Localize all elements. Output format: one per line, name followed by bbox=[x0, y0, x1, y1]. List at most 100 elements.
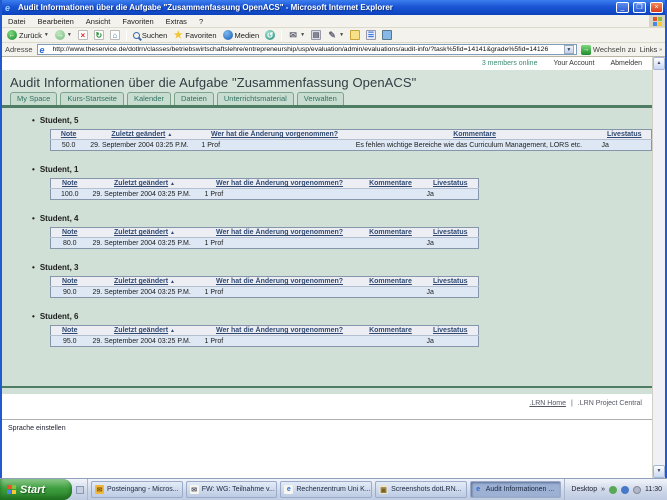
column-header-livestatus[interactable]: Livestatus bbox=[423, 228, 479, 238]
address-label: Adresse bbox=[5, 45, 33, 54]
menu-item[interactable]: Extras bbox=[160, 17, 193, 26]
sort-asc-icon: ▲ bbox=[170, 279, 175, 285]
column-header-livestatus[interactable]: Livestatus bbox=[598, 130, 652, 140]
address-dropdown-icon[interactable]: ▼ bbox=[564, 45, 574, 54]
menu-item[interactable]: Bearbeiten bbox=[32, 17, 80, 26]
column-header-livestatus[interactable]: Livestatus bbox=[423, 326, 479, 336]
history-button[interactable]: ↺ bbox=[263, 29, 277, 42]
column-header-changed[interactable]: Zuletzt geändert ▲ bbox=[86, 130, 197, 140]
column-header-comments[interactable]: Kommentare bbox=[359, 277, 423, 287]
column-header-note[interactable]: Note bbox=[51, 326, 89, 336]
scroll-down-button[interactable]: ▼ bbox=[653, 465, 665, 478]
minimize-button[interactable]: _ bbox=[616, 2, 629, 13]
bullet-icon: • bbox=[32, 116, 35, 125]
tray-chevron-icon[interactable]: » bbox=[601, 486, 605, 493]
column-header-note[interactable]: Note bbox=[51, 130, 87, 140]
column-header-who[interactable]: Wer hat die Änderung vorgenommen? bbox=[201, 179, 359, 189]
misc-tool-button[interactable] bbox=[380, 29, 394, 42]
start-button[interactable]: Start bbox=[0, 479, 72, 500]
nav-tab[interactable]: Kalender bbox=[127, 92, 171, 105]
forward-button[interactable]: → ▼ bbox=[53, 29, 74, 42]
forward-dropdown-icon[interactable]: ▼ bbox=[67, 32, 72, 38]
column-header-note[interactable]: Note bbox=[51, 179, 89, 189]
stop-button[interactable]: × bbox=[76, 29, 90, 42]
search-icon bbox=[133, 32, 140, 39]
menu-item[interactable]: ? bbox=[193, 17, 209, 26]
members-online-link[interactable]: 3 members online bbox=[482, 60, 538, 67]
column-header-livestatus[interactable]: Livestatus bbox=[423, 179, 479, 189]
taskbar-button[interactable]: ✉ Posteingang - Micros... bbox=[91, 481, 183, 498]
column-header-comments[interactable]: Kommentare bbox=[359, 179, 423, 189]
tray-icon[interactable] bbox=[633, 486, 641, 494]
page-footer: .LRN Home | .LRN Project Central Sprache… bbox=[2, 394, 652, 478]
nav-tab[interactable]: Kurs-Startseite bbox=[60, 92, 124, 105]
media-button[interactable]: Medien bbox=[221, 29, 262, 42]
go-arrow-icon: → bbox=[581, 45, 591, 55]
refresh-button[interactable]: ↻ bbox=[92, 29, 106, 42]
nav-tab[interactable]: My Space bbox=[10, 92, 57, 105]
taskbar-button[interactable]: e Audit Informationen ... bbox=[470, 481, 562, 498]
menu-item[interactable]: Favoriten bbox=[116, 17, 159, 26]
column-header-comments[interactable]: Kommentare bbox=[359, 326, 423, 336]
menu-item[interactable]: Datei bbox=[2, 17, 32, 26]
column-header-changed[interactable]: Zuletzt geändert ▲ bbox=[89, 326, 201, 336]
edit-dropdown-icon[interactable]: ▼ bbox=[339, 32, 344, 38]
lrn-project-central-link[interactable]: .LRN Project Central bbox=[578, 400, 642, 407]
taskbar-button[interactable]: ▣ Screenshots dotLRN... bbox=[375, 481, 467, 498]
nav-tab[interactable]: Dateien bbox=[174, 92, 214, 105]
column-header-who[interactable]: Wer hat die Änderung vorgenommen? bbox=[201, 277, 359, 287]
links-menu[interactable]: Links » bbox=[640, 45, 662, 54]
search-button[interactable]: Suchen bbox=[131, 29, 169, 42]
tray-icon[interactable] bbox=[609, 486, 617, 494]
cell-note: 95.0 bbox=[51, 336, 89, 347]
back-button[interactable]: ← Zurück ▼ bbox=[5, 29, 51, 42]
mail-button[interactable]: ✉ ▼ bbox=[286, 29, 307, 42]
print-button[interactable]: ▤ bbox=[309, 29, 323, 42]
column-header-comments[interactable]: Kommentare bbox=[352, 130, 598, 140]
messenger-button[interactable]: ☰ bbox=[364, 29, 378, 42]
column-header-changed[interactable]: Zuletzt geändert ▲ bbox=[89, 228, 201, 238]
language-link[interactable]: Sprache einstellen bbox=[2, 420, 652, 432]
column-header-note[interactable]: Note bbox=[51, 228, 89, 238]
student-name: Student, 3 bbox=[40, 263, 79, 272]
nav-tab[interactable]: Unterrichtsmaterial bbox=[217, 92, 294, 105]
desktop-toolbar[interactable]: Desktop bbox=[571, 486, 597, 493]
show-desktop-icon[interactable] bbox=[76, 486, 84, 494]
restore-button[interactable]: ❐ bbox=[633, 2, 646, 13]
column-header-changed[interactable]: Zuletzt geändert ▲ bbox=[89, 179, 201, 189]
logout-link[interactable]: Abmelden bbox=[610, 60, 642, 67]
column-header-who[interactable]: Wer hat die Änderung vorgenommen? bbox=[201, 228, 359, 238]
taskbar-button[interactable]: ✉ FW: WG: Teilnahme v... bbox=[186, 481, 278, 498]
edit-button[interactable]: ✎ ▼ bbox=[325, 29, 346, 42]
your-account-link[interactable]: Your Account bbox=[553, 60, 594, 67]
taskbar-button[interactable]: e Rechenzentrum Uni K... bbox=[280, 481, 372, 498]
address-input[interactable]: e http://www.theservice.de/dotlrn/classe… bbox=[37, 44, 577, 55]
page-viewport: 3 members online Your Account Abmelden A… bbox=[2, 57, 665, 478]
lrn-home-link[interactable]: .LRN Home bbox=[529, 400, 566, 407]
column-header-note[interactable]: Note bbox=[51, 277, 89, 287]
column-header-who[interactable]: Wer hat die Änderung vorgenommen? bbox=[201, 326, 359, 336]
tray-icon[interactable] bbox=[621, 486, 629, 494]
notes-button[interactable] bbox=[348, 29, 362, 42]
favorites-button[interactable]: ★ Favoriten bbox=[171, 29, 218, 42]
notes-icon bbox=[350, 30, 360, 40]
nav-tab[interactable]: Verwalten bbox=[297, 92, 344, 105]
go-button[interactable]: → Wechseln zu bbox=[581, 45, 636, 55]
column-header-changed[interactable]: Zuletzt geändert ▲ bbox=[89, 277, 201, 287]
menu-item[interactable]: Ansicht bbox=[80, 17, 117, 26]
cell-who: 1 Prof bbox=[201, 189, 359, 200]
column-header-comments[interactable]: Kommentare bbox=[359, 228, 423, 238]
close-button[interactable]: × bbox=[650, 2, 663, 13]
ie-icon: e bbox=[5, 3, 15, 13]
table-header-row: Note Zuletzt geändert ▲ Wer hat die Ände… bbox=[51, 277, 479, 287]
menu-bar: Datei Bearbeiten Ansicht Favoriten Extra… bbox=[2, 15, 665, 28]
web-page: 3 members online Your Account Abmelden A… bbox=[2, 57, 652, 478]
home-button[interactable]: ⌂ bbox=[108, 29, 122, 42]
column-header-livestatus[interactable]: Livestatus bbox=[423, 277, 479, 287]
back-dropdown-icon[interactable]: ▼ bbox=[44, 32, 49, 38]
vertical-scrollbar[interactable]: ▲ ▼ bbox=[652, 57, 665, 478]
scroll-up-button[interactable]: ▲ bbox=[653, 57, 665, 70]
mail-dropdown-icon[interactable]: ▼ bbox=[300, 32, 305, 38]
window-title: Audit Informationen über die Aufgabe "Zu… bbox=[18, 3, 612, 12]
column-header-who[interactable]: Wer hat die Änderung vorgenommen? bbox=[197, 130, 351, 140]
